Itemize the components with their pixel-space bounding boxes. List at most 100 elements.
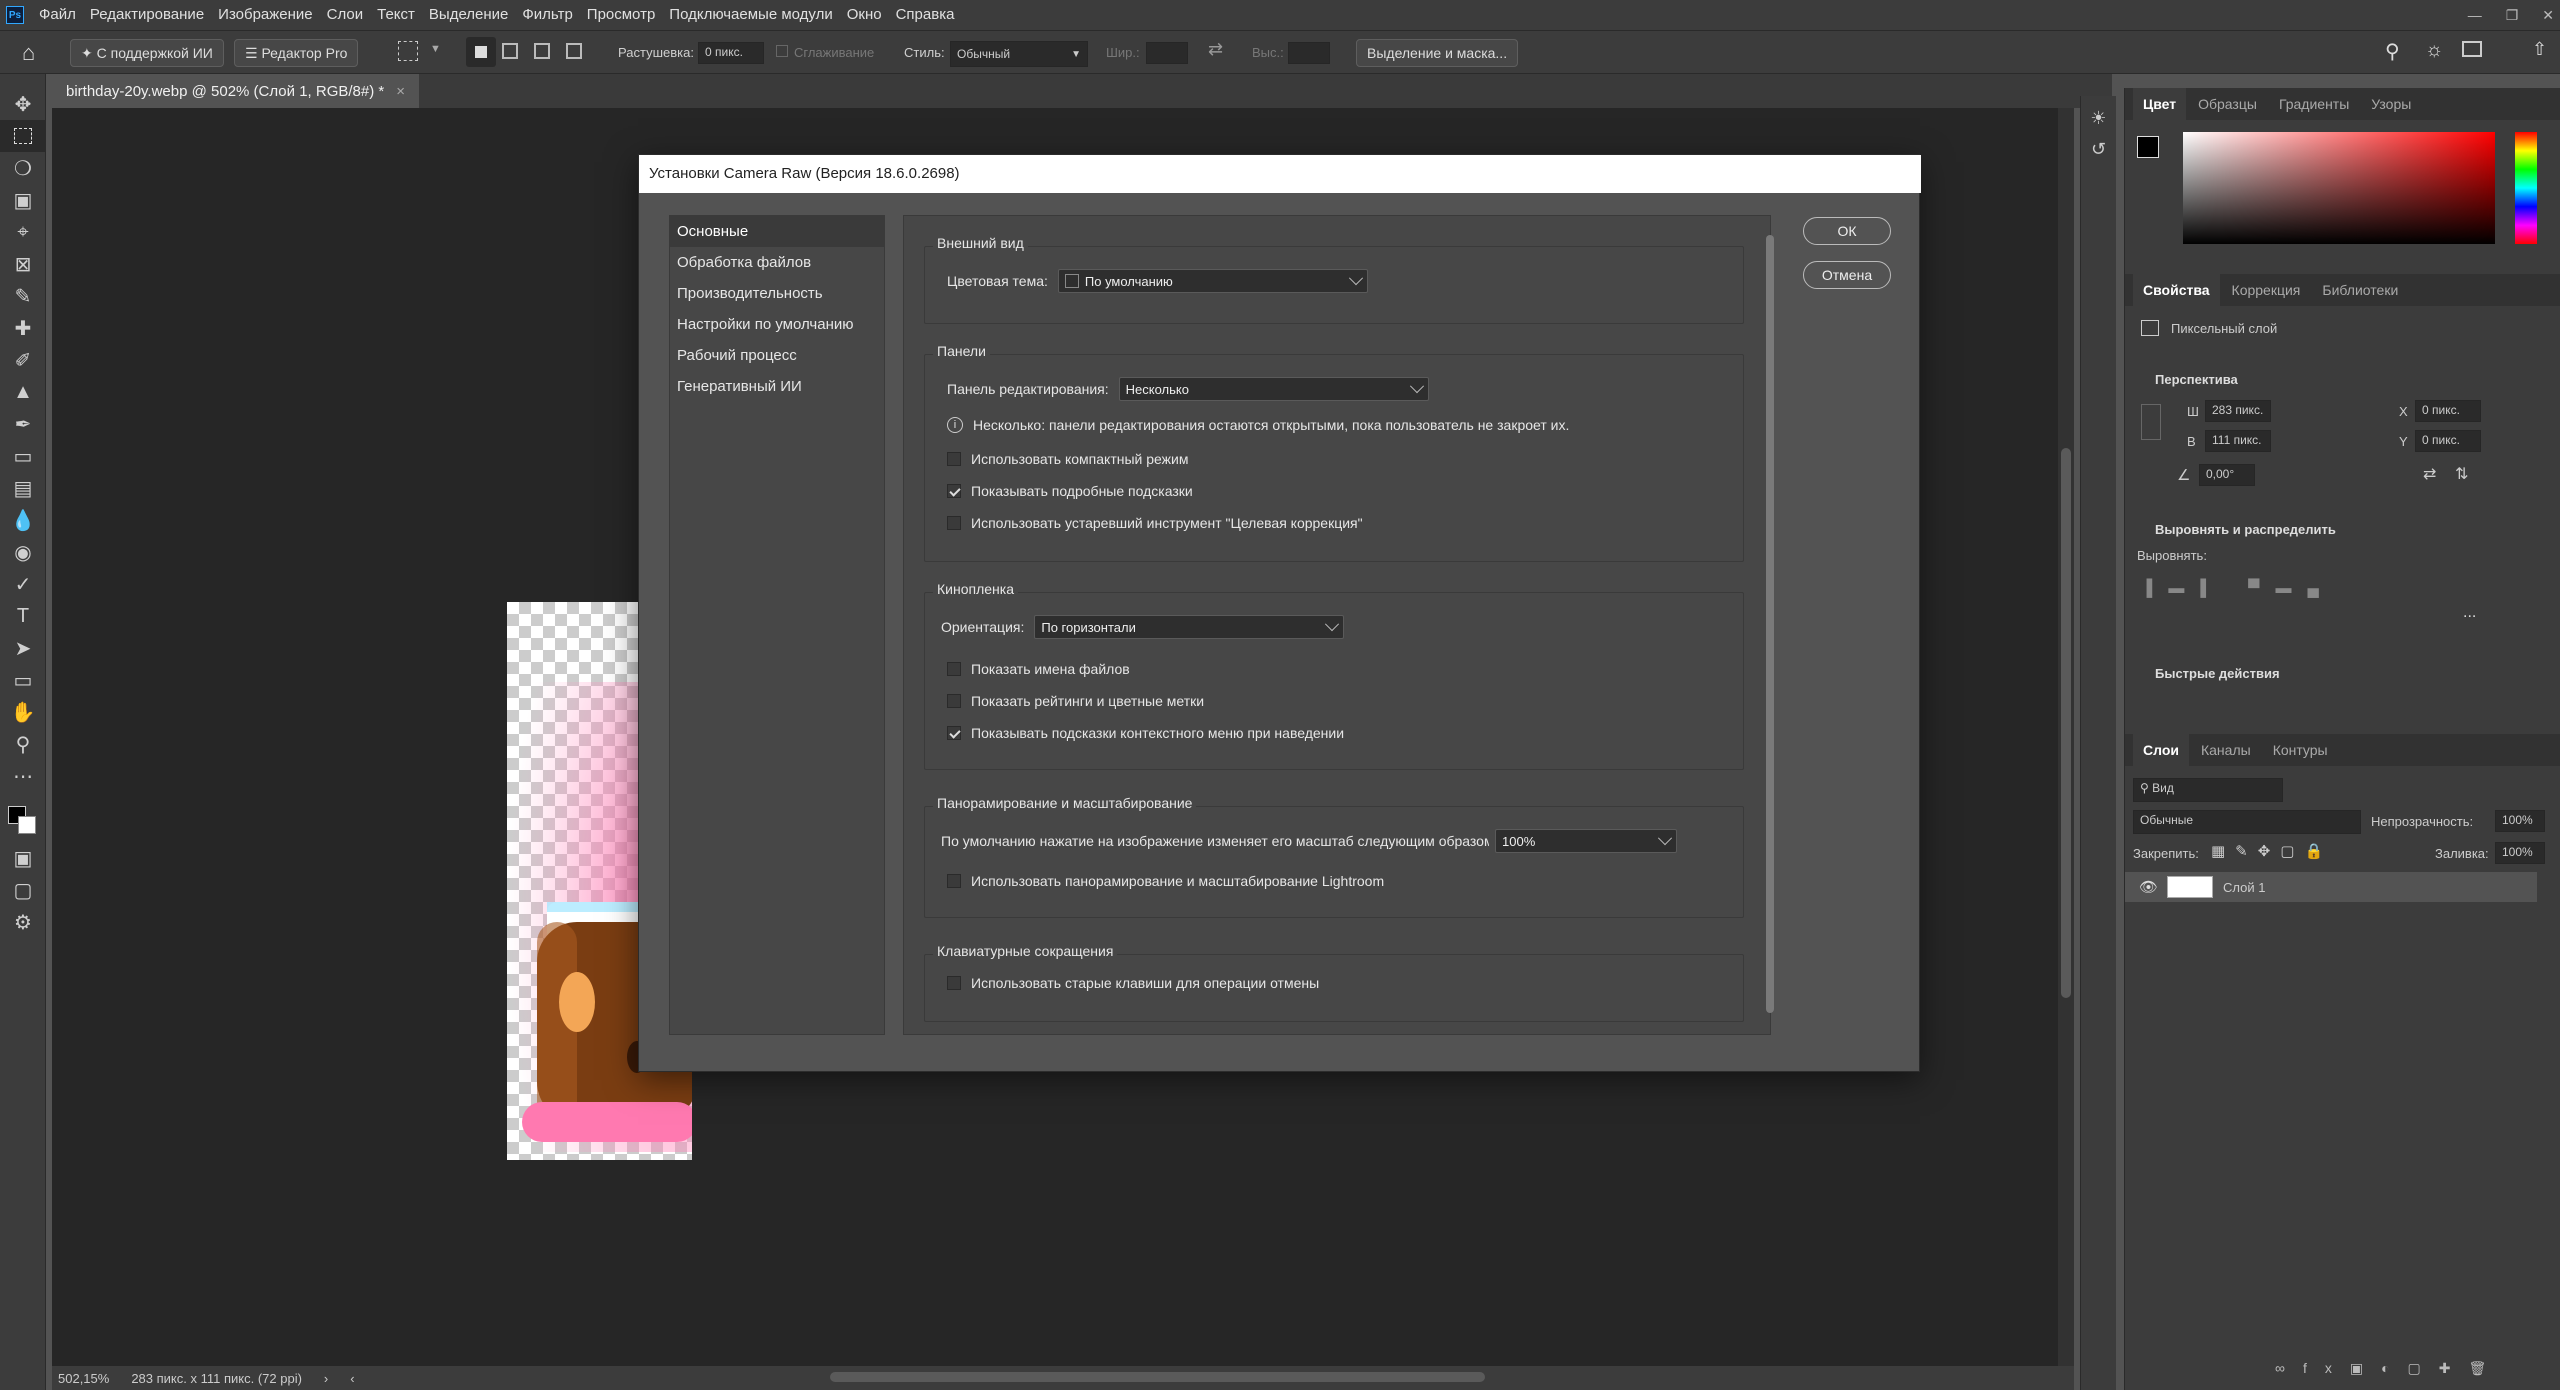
hue-slider[interactable] <box>2515 132 2537 244</box>
object-select-tool-icon[interactable]: ▣ <box>0 184 46 216</box>
fill-value[interactable]: 100% <box>2495 842 2545 864</box>
home-icon[interactable]: ⌂ <box>22 40 35 66</box>
search-icon[interactable]: ⚲ <box>2385 39 2400 64</box>
healing-brush-tool-icon[interactable]: ✚ <box>0 312 46 344</box>
eye-icon[interactable]: 👁 <box>2139 878 2158 896</box>
cancel-button[interactable]: Отмена <box>1803 261 1891 289</box>
select-and-mask-button[interactable]: Выделение и маска... <box>1356 39 1519 67</box>
swap-icon[interactable]: ⇄ <box>1208 39 1223 60</box>
lightroom-zoom-row[interactable]: Использовать панорамирование и масштабир… <box>947 873 1384 889</box>
document-tab[interactable]: birthday-20y.webp @ 502% (Слой 1, RGB/8#… <box>52 74 419 108</box>
tab-patterns[interactable]: Узоры <box>2361 88 2421 120</box>
ai-assist-button[interactable]: ✦ С поддержкой ИИ <box>70 39 224 67</box>
flip-vertical-icon[interactable]: ⇅ <box>2455 464 2468 484</box>
fg-color-chip[interactable] <box>2137 136 2159 158</box>
subtract-selection-icon[interactable] <box>534 43 550 59</box>
nav-workflow[interactable]: Рабочий процесс <box>670 340 884 371</box>
rectangle-tool-icon[interactable]: ▭ <box>0 664 46 696</box>
tab-layers[interactable]: Слои <box>2133 734 2189 766</box>
nav-defaults[interactable]: Настройки по умолчанию <box>670 309 884 340</box>
pro-editor-button[interactable]: ☰ Редактор Pro <box>234 39 359 67</box>
show-names-row[interactable]: Показать имена файлов <box>947 661 1130 677</box>
align-icons[interactable]: ▐▬▌ ▀▬▄ <box>2141 580 2335 598</box>
lightbulb-icon[interactable]: ☼ <box>2425 39 2443 62</box>
intersect-selection-icon[interactable] <box>566 43 582 59</box>
tooltips-checkbox[interactable] <box>947 484 961 498</box>
opacity-value[interactable]: 100% <box>2495 810 2545 832</box>
tab-libraries[interactable]: Библиотеки <box>2312 274 2408 306</box>
menu-file[interactable]: Файл <box>32 0 83 30</box>
height-value-field[interactable]: 111 пикс. <box>2205 430 2271 452</box>
flip-horizontal-icon[interactable]: ⇄ <box>2423 464 2436 484</box>
color-swatches[interactable] <box>0 792 45 842</box>
nav-performance[interactable]: Производительность <box>670 278 884 309</box>
lightroom-zoom-checkbox[interactable] <box>947 874 961 888</box>
x-value-field[interactable]: 0 пикс. <box>2415 400 2481 422</box>
canvas-horizontal-scrollbar[interactable] <box>830 1372 1485 1382</box>
link-icon[interactable] <box>2141 404 2161 440</box>
legacy-undo-row[interactable]: Использовать старые клавиши для операции… <box>947 975 1319 991</box>
quick-actions-title[interactable]: Быстрые действия <box>2155 666 2280 681</box>
feather-input[interactable]: 0 пикс. <box>698 42 764 64</box>
history-icon[interactable]: ↺ <box>2081 139 2116 160</box>
angle-value-field[interactable]: 0,00° <box>2199 464 2255 486</box>
edit-toolbar-icon[interactable]: ⚙ <box>0 906 46 938</box>
compact-mode-checkbox[interactable] <box>947 452 961 466</box>
document-info[interactable]: 283 пикс. x 111 пикс. (72 ppi) <box>131 1371 302 1386</box>
menu-filter[interactable]: Фильтр <box>515 0 579 30</box>
zoom-tool-icon[interactable]: ⚲ <box>0 728 46 760</box>
style-select[interactable]: Обычный ▼ <box>950 41 1088 67</box>
menu-help[interactable]: Справка <box>889 0 962 30</box>
edit-panel-select[interactable]: Несколько <box>1118 377 1429 401</box>
y-value-field[interactable]: 0 пикс. <box>2415 430 2481 452</box>
hand-tool-icon[interactable]: ✋ <box>0 696 46 728</box>
history-brush-tool-icon[interactable]: ✒ <box>0 408 46 440</box>
legacy-undo-checkbox[interactable] <box>947 976 961 990</box>
minimize-icon[interactable]: — <box>2468 7 2482 23</box>
color-field[interactable] <box>2183 132 2495 244</box>
legacy-tool-row[interactable]: Использовать устаревший инструмент "Целе… <box>947 515 1363 531</box>
antialias-checkbox[interactable] <box>776 45 788 57</box>
tab-channels[interactable]: Каналы <box>2191 734 2261 766</box>
hover-hints-row[interactable]: Показывать подсказки контекстного меню п… <box>947 725 1344 741</box>
compact-mode-row[interactable]: Использовать компактный режим <box>947 451 1188 467</box>
nav-general[interactable]: Основные <box>670 216 884 247</box>
dodge-tool-icon[interactable]: ◉ <box>0 536 46 568</box>
brush-tool-icon[interactable]: ✐ <box>0 344 46 376</box>
lasso-tool-icon[interactable]: ❍ <box>0 152 46 184</box>
path-select-tool-icon[interactable]: ➤ <box>0 632 46 664</box>
workspace-icon[interactable] <box>2462 41 2482 57</box>
width-input[interactable] <box>1146 42 1188 64</box>
width-value-field[interactable]: 283 пикс. <box>2205 400 2271 422</box>
menu-select[interactable]: Выделение <box>422 0 515 30</box>
add-selection-icon[interactable] <box>502 43 518 59</box>
layer-row[interactable]: 👁 Слой 1 <box>2125 872 2537 902</box>
eraser-tool-icon[interactable]: ▭ <box>0 440 46 472</box>
menu-type[interactable]: Текст <box>370 0 422 30</box>
chevron-down-icon[interactable]: ▼ <box>430 43 441 55</box>
gradient-tool-icon[interactable]: ▤ <box>0 472 46 504</box>
nav-generative-ai[interactable]: Генеративный ИИ <box>670 371 884 402</box>
frame-tool-icon[interactable]: ⊠ <box>0 248 46 280</box>
tab-close-icon[interactable]: × <box>396 76 405 108</box>
tooltips-row[interactable]: Показывать подробные подсказки <box>947 483 1193 499</box>
screen-mode-icon[interactable]: ▢ <box>0 874 46 906</box>
nav-file-handling[interactable]: Обработка файлов <box>670 247 884 278</box>
layer-actions-bar[interactable]: ∞fx▣◐▢✚🗑 <box>2275 1360 2504 1377</box>
chevron-left-icon[interactable]: ‹ <box>350 1371 354 1386</box>
layer-name[interactable]: Слой 1 <box>2223 880 2265 895</box>
lock-icons[interactable]: ▦✎✥▢🔒 <box>2211 842 2333 860</box>
scrollbar-thumb[interactable] <box>2061 448 2071 998</box>
menu-plugins[interactable]: Подключаемые модули <box>662 0 839 30</box>
legacy-tool-checkbox[interactable] <box>947 516 961 530</box>
ok-button[interactable]: ОК <box>1803 217 1891 245</box>
canvas-vertical-scrollbar[interactable] <box>2058 108 2074 1366</box>
quick-mask-icon[interactable]: ▣ <box>0 842 46 874</box>
hover-hints-checkbox[interactable] <box>947 726 961 740</box>
perspective-title[interactable]: Перспектива <box>2155 372 2238 387</box>
marquee-tool-icon[interactable] <box>0 120 46 152</box>
tab-adjustments[interactable]: Коррекция <box>2222 274 2311 306</box>
tab-color[interactable]: Цвет <box>2133 88 2187 120</box>
height-input[interactable] <box>1288 42 1330 64</box>
show-ratings-row[interactable]: Показать рейтинги и цветные метки <box>947 693 1204 709</box>
